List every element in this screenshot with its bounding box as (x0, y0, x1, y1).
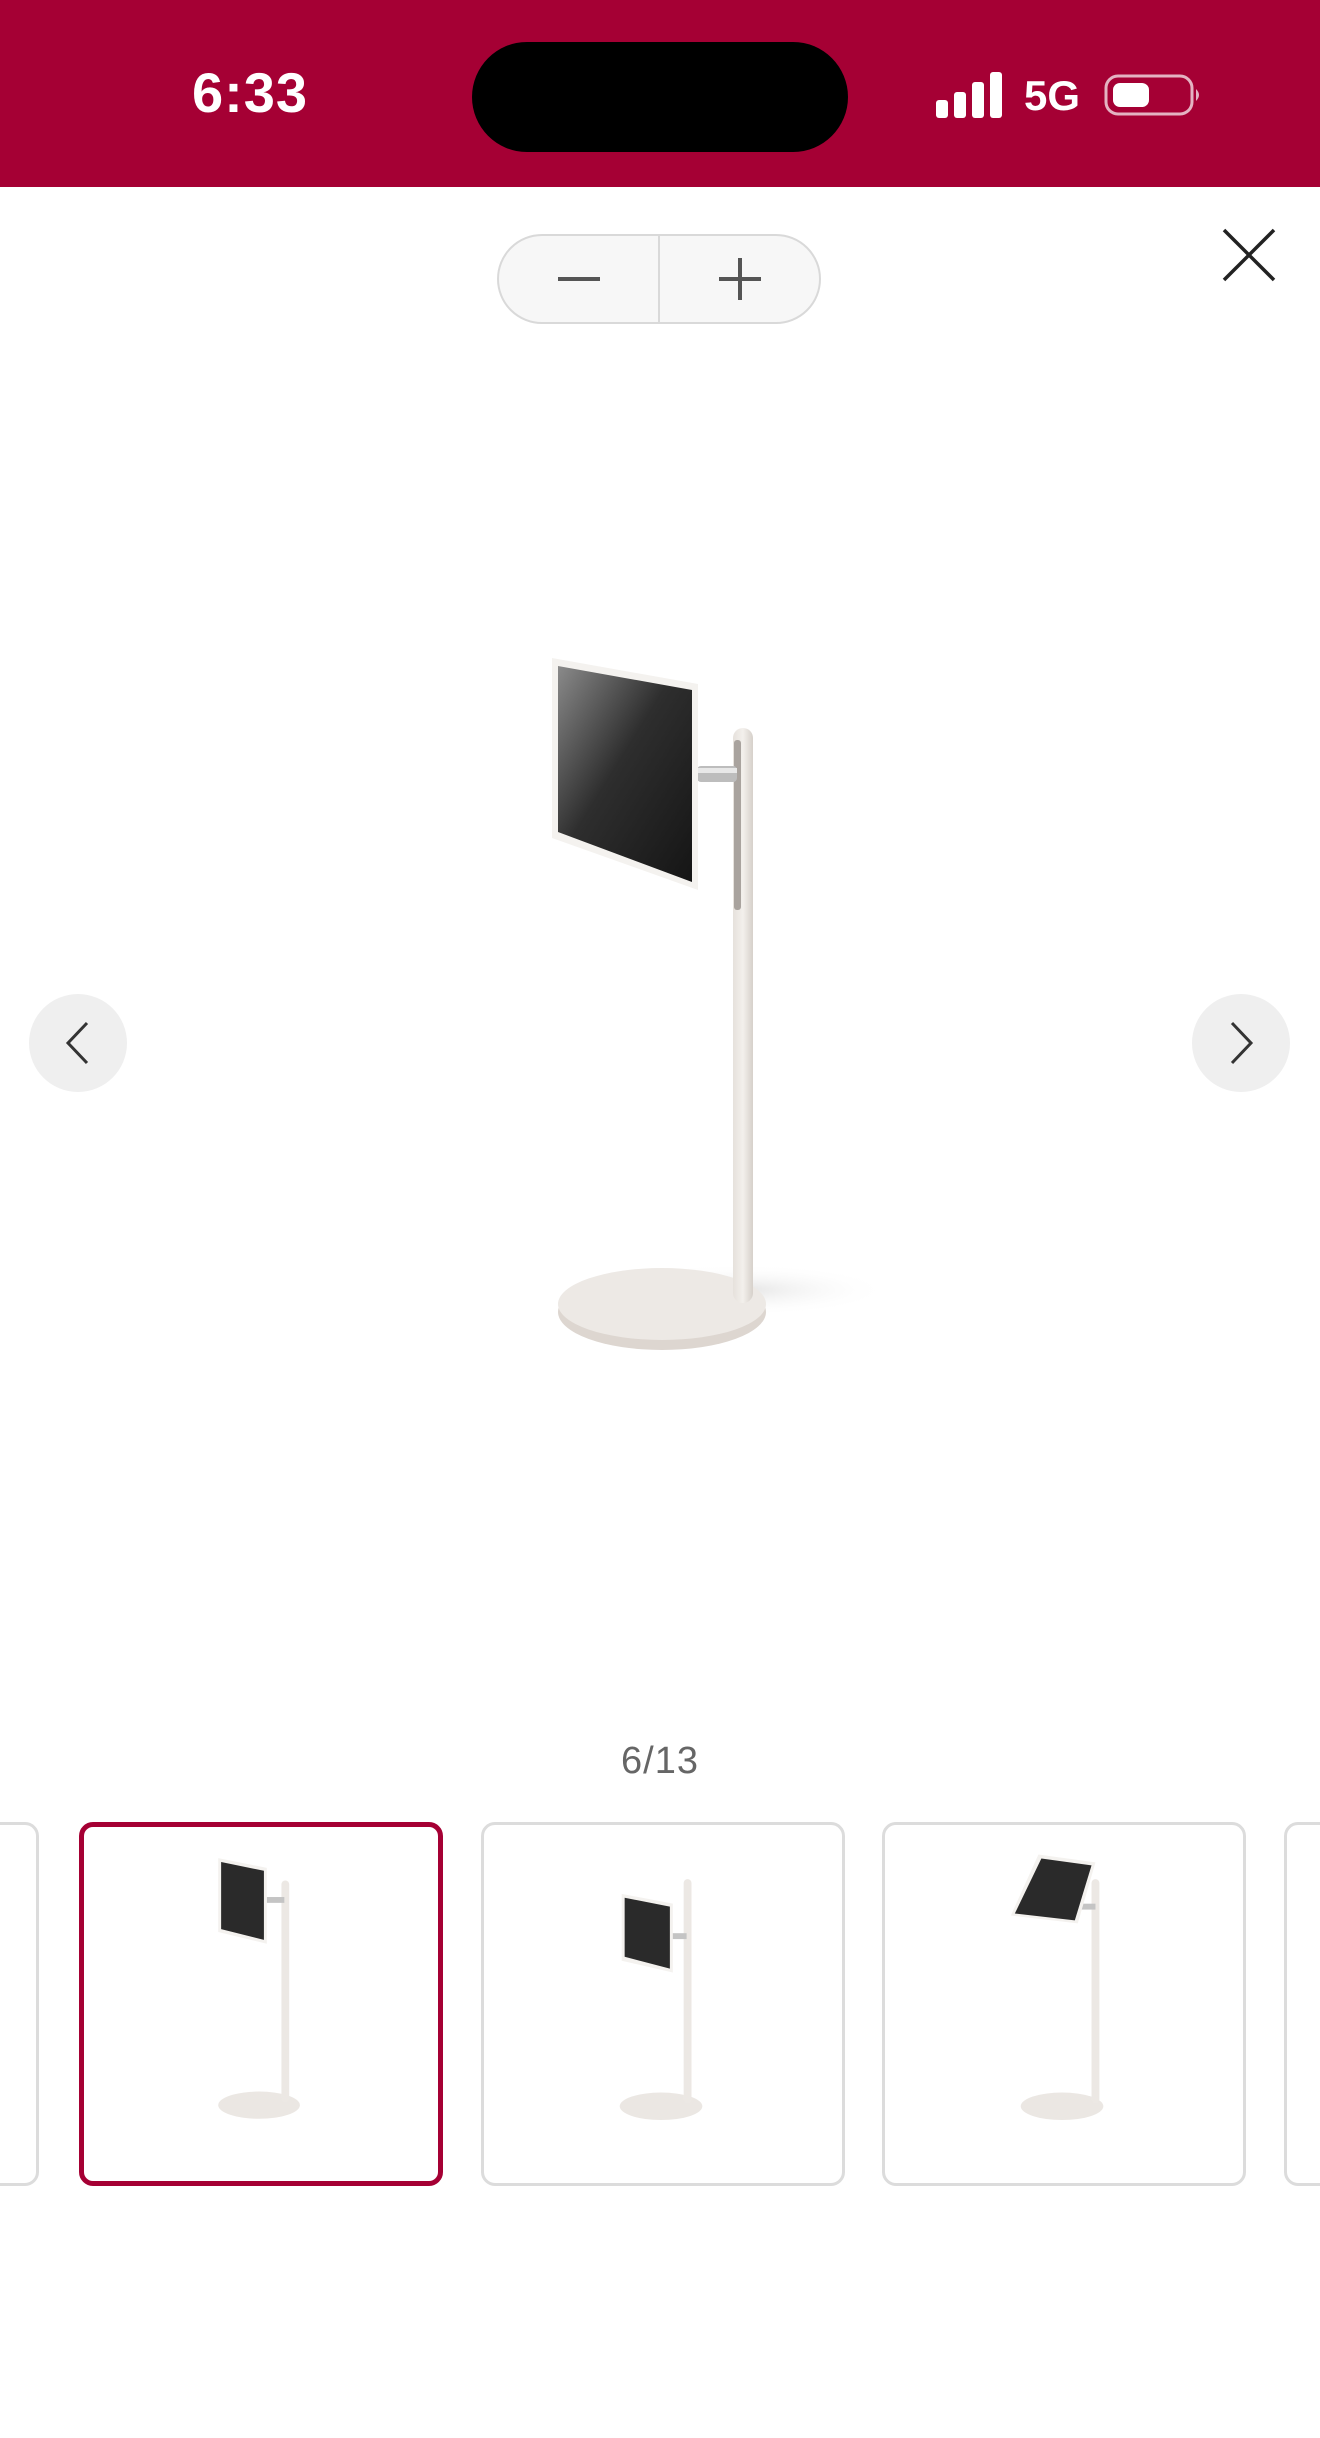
image-counter: 6/13 (621, 1740, 699, 1782)
close-icon (1222, 228, 1276, 282)
dynamic-island (472, 42, 848, 152)
thumbnail-tilted-view[interactable] (882, 1822, 1246, 2186)
thumbnail-image (1010, 1854, 1104, 2121)
minus-icon (557, 277, 600, 281)
close-button[interactable] (1220, 226, 1278, 284)
product-image (552, 658, 890, 1350)
thumbnail-partial-next[interactable] (1284, 1822, 1320, 2186)
thumbnail-partial-previous[interactable] (0, 1822, 39, 2186)
plus-icon (718, 258, 761, 300)
chevron-left-icon (65, 1021, 89, 1065)
network-label: 5G (1024, 72, 1081, 119)
previous-image-button[interactable] (29, 994, 127, 1092)
battery-icon (1104, 74, 1199, 116)
zoom-control (497, 234, 821, 324)
thumbnail-strip (0, 1822, 1320, 2190)
next-image-button[interactable] (1192, 994, 1290, 1092)
zoom-in-button[interactable] (660, 236, 819, 322)
thumbnail-side-view[interactable] (481, 1822, 845, 2186)
status-time: 6:33 (191, 61, 309, 124)
thumbnail-selected[interactable] (79, 1822, 443, 2186)
zoom-out-button[interactable] (499, 236, 658, 322)
thumbnail-image (619, 1879, 703, 2121)
status-bar: 6:33 5G (0, 0, 1320, 187)
thumbnail-image (218, 1858, 300, 2119)
chevron-right-icon (1230, 1021, 1254, 1065)
signal-icon (936, 72, 1002, 118)
